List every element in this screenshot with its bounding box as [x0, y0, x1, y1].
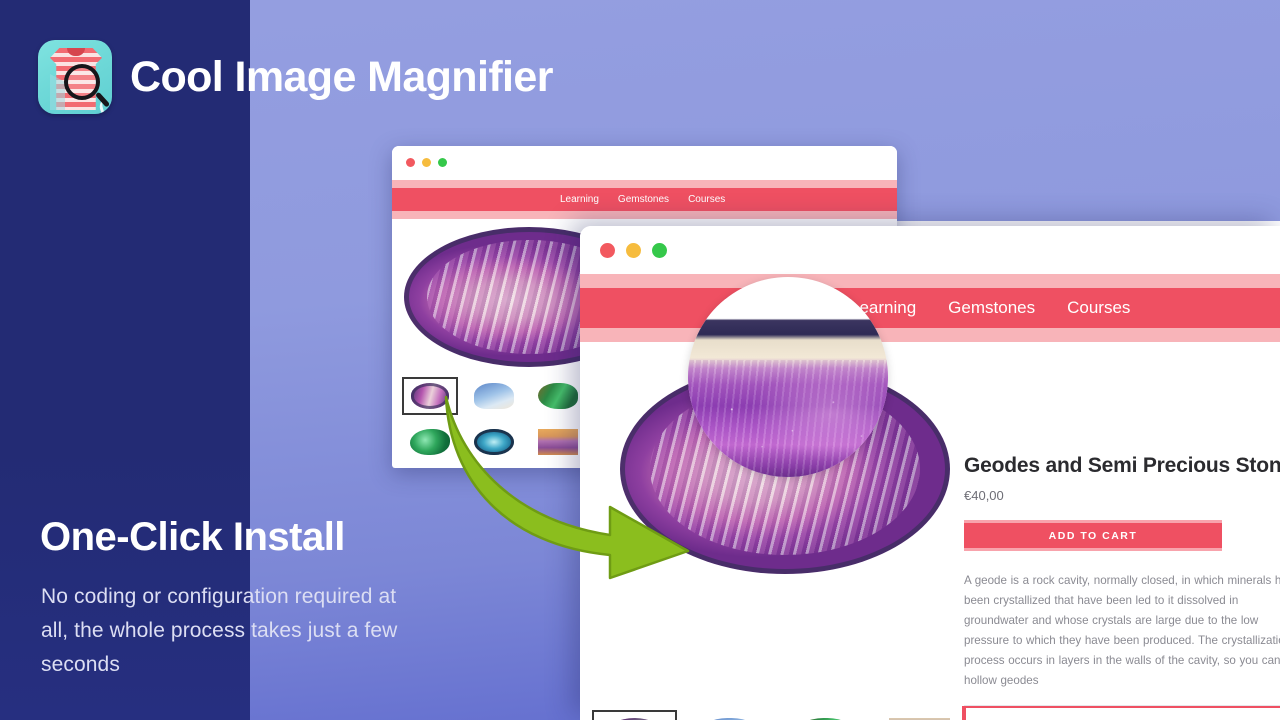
- back-navbar: Learning Gemstones Courses: [392, 180, 897, 219]
- front-thumbnail-geode-photo[interactable]: [877, 710, 962, 720]
- green-arrow-icon: [444, 395, 690, 580]
- product-description: A geode is a rock cavity, normally close…: [964, 574, 1280, 687]
- close-window-button[interactable]: [600, 243, 615, 258]
- front-nav-link-courses[interactable]: Courses: [1067, 298, 1130, 318]
- front-thumbnail-gallery: [592, 710, 962, 720]
- front-navbar-links: Learning Gemstones Courses: [580, 288, 1280, 328]
- customer-reviews-section: CUSTOMER REVIEWS ★★★★★ Based on 1 review…: [962, 706, 1280, 720]
- back-navbar-links: Learning Gemstones Courses: [392, 188, 897, 211]
- front-thumbnail-green-agate[interactable]: [782, 710, 867, 720]
- promo-banner: Cool Image Magnifier One-Click Install N…: [0, 0, 1280, 720]
- front-navbar-top-stripe: [580, 274, 1280, 288]
- front-window-titlebar: [580, 226, 1280, 274]
- product-price: €40,00: [964, 488, 1004, 504]
- front-traffic-lights: [600, 243, 667, 258]
- minimize-window-button[interactable]: [626, 243, 641, 258]
- back-nav-link-learning[interactable]: Learning: [560, 194, 599, 205]
- front-navbar: Learning Gemstones Courses: [580, 274, 1280, 342]
- back-navbar-bottom-stripe: [392, 211, 897, 219]
- headline: One-Click Install: [40, 515, 345, 559]
- subheadline: No coding or configuration required at a…: [41, 585, 398, 677]
- front-nav-link-gemstones[interactable]: Gemstones: [948, 298, 1035, 318]
- add-to-cart-frame: ADD TO CART: [964, 520, 1222, 552]
- back-window-titlebar: [392, 146, 897, 180]
- shirt-magnifier-app-icon: [38, 40, 112, 114]
- back-navbar-top-stripe: [392, 180, 897, 188]
- maximize-window-button[interactable]: [652, 243, 667, 258]
- back-traffic-lights: [406, 158, 447, 167]
- front-thumbnail-blue-agate[interactable]: [687, 710, 772, 720]
- product-details: Geodes and Semi Precious Stone €40,00 AD…: [964, 452, 1280, 706]
- page-title: Cool Image Magnifier: [130, 52, 553, 101]
- back-nav-link-courses[interactable]: Courses: [688, 194, 725, 205]
- front-thumbnail-purple-agate[interactable]: [592, 710, 677, 720]
- add-to-cart-button[interactable]: ADD TO CART: [964, 523, 1222, 549]
- back-nav-link-gemstones[interactable]: Gemstones: [618, 194, 669, 205]
- minimize-window-button[interactable]: [422, 158, 431, 167]
- product-title: Geodes and Semi Precious Stone: [964, 454, 1280, 477]
- close-window-button[interactable]: [406, 158, 415, 167]
- add-to-cart-wrapper: ADD TO CART: [964, 520, 1280, 552]
- maximize-window-button[interactable]: [438, 158, 447, 167]
- front-navbar-bottom-stripe: [580, 328, 1280, 342]
- brand-row: Cool Image Magnifier: [38, 40, 553, 114]
